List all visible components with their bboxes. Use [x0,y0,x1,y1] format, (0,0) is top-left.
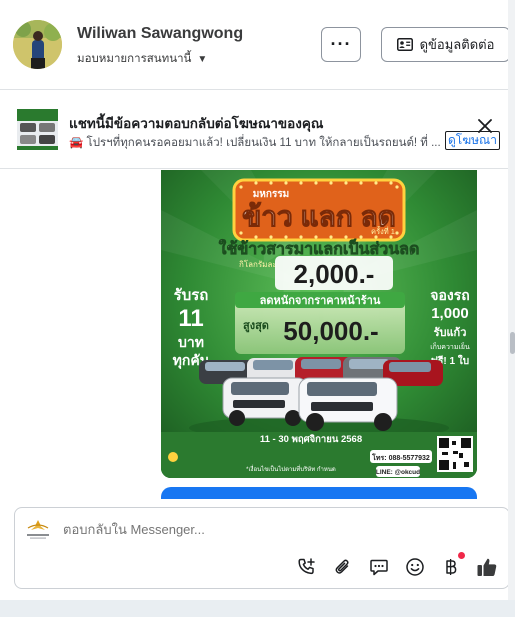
scrollbar-track[interactable] [508,0,515,600]
caret-down-icon: ▼ [197,53,208,65]
ad-right-line: 1,000 [431,305,469,322]
ad-line-text: LINE: @okcud [376,469,420,476]
paperclip-icon [335,559,349,574]
contact-name: Wiliwan Sawangwong [77,25,244,42]
page-logo [25,518,51,540]
baht-icon [446,559,457,575]
payment-button[interactable] [440,556,462,578]
ad-phone-text: โทร: 088-5577932 [371,453,430,462]
ad-per-kg-label: กิโลกรัมละ [239,259,277,269]
view-contact-button[interactable]: ดูข้อมูลติดต่อ [381,27,510,62]
ad-left-line: 11 [178,305,203,332]
like-button[interactable] [476,556,498,578]
call-button[interactable] [296,556,318,578]
saved-replies-button[interactable] [368,556,390,578]
contact-card-icon [396,38,413,51]
chat-bubble-icon [370,559,388,576]
thumbs-up-icon [477,558,497,576]
banner-title: แชทนี้มีข้อความตอบกลับต่อโฆษณาของคุณ [69,116,324,131]
phone-add-icon [298,558,315,575]
ad-discount-label: ลดหนักจากราคาหน้าร้าน [260,294,381,307]
ad-left-line: รับรถ [174,287,209,304]
conversation-panel: Wiliwan Sawangwong มอบหมายการสนทนานี้ ▼ … [0,0,515,600]
reply-composer [14,507,510,589]
ad-subhead: ใช้ข้าวสารมาแลกเป็นส่วนลด [219,237,420,258]
attach-button[interactable] [332,556,354,578]
close-banner-button[interactable] [477,118,493,134]
conversation-header: Wiliwan Sawangwong มอบหมายการสนทนานี้ ▼ … [0,0,515,90]
emoji-button[interactable] [404,556,426,578]
ad-right-line: เก็บความเย็น [430,342,470,351]
scrollbar-thumb[interactable] [510,332,515,354]
avatar[interactable] [13,20,62,69]
ad-image-message[interactable]: 11 มหกรรม ข้าว แลก ลด ครั้งที่ 1 ใช้ข้าว… [161,170,477,478]
ad-left-line: บาท [178,334,204,350]
ad-thumbnail [17,109,58,150]
view-contact-label: ดูข้อมูลติดต่อ [419,37,495,52]
smiley-icon [406,558,424,576]
ad-reply-banner: แชทนี้มีข้อความตอบกลับต่อโฆษณาของคุณ 🚘 โ… [0,91,515,169]
banner-ad-preview: 🚘 โปรฯที่ทุกคนรอคอยมาแล้ว! เปลี่ยนเงิน 1… [69,137,441,149]
ad-date-text: 11 - 30 พฤศจิกายน 2568 [260,434,362,445]
ad-max-value: 50,000.- [283,316,378,346]
notification-dot [458,552,465,559]
ad-per-kg-price: 2,000.- [294,259,375,289]
message-input[interactable] [63,522,483,537]
close-icon [478,119,492,133]
ad-round-label: ครั้งที่ 1 [371,226,395,236]
ad-max-label: สูงสุด [243,320,269,333]
more-options-button[interactable]: ··· [321,27,361,62]
more-dots-icon: ··· [330,34,352,54]
ad-right-line: รับแก้ว [434,326,467,339]
ad-right-line: จองรถ [430,287,469,303]
outgoing-message-bubble[interactable] [161,487,477,499]
assign-label: มอบหมายการสนทนานี้ [77,53,192,65]
bottom-edge [0,600,515,617]
assign-conversation-dropdown[interactable]: มอบหมายการสนทนานี้ ▼ [77,50,207,68]
ad-festival-label: มหกรรม [253,189,290,200]
